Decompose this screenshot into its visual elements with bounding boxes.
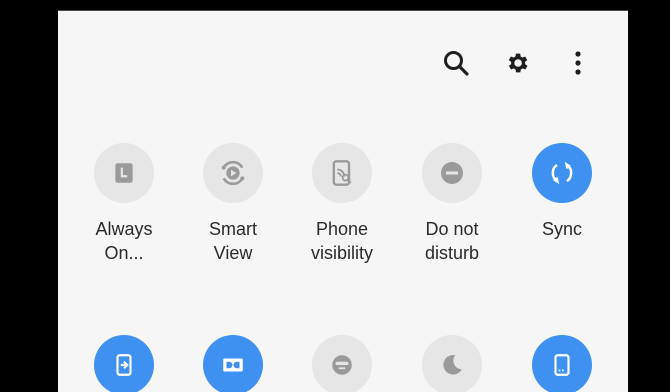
tile-night-mode[interactable]: [397, 335, 507, 392]
more-vertical-icon: [575, 51, 581, 75]
tile-label: Do not disturb: [424, 219, 480, 263]
tile-button[interactable]: [312, 143, 372, 203]
search-button[interactable]: [438, 45, 474, 81]
tile-button[interactable]: [94, 335, 154, 392]
tile-smart-view[interactable]: Smart View: [178, 143, 288, 265]
tile-do-not-disturb[interactable]: Do not disturb: [397, 143, 507, 265]
gear-icon: [508, 53, 528, 73]
tile-label: Smart View: [208, 219, 257, 263]
tile-screen[interactable]: [507, 335, 617, 392]
tile-label: Phone visibility: [310, 219, 373, 263]
tile-button[interactable]: [422, 335, 482, 392]
tile-always-on-display[interactable]: Always On...: [69, 143, 179, 265]
smart-view-icon: [221, 160, 245, 186]
dolby-atmos-icon: [223, 358, 243, 372]
search-icon: [444, 51, 469, 76]
tile-button[interactable]: [203, 335, 263, 392]
secure-folder-icon: [116, 354, 132, 376]
tile-label: Sync: [541, 219, 583, 239]
do-not-disturb-icon: [441, 162, 463, 184]
top-divider: [58, 10, 628, 11]
tile-button[interactable]: [532, 335, 592, 392]
kids-mode-icon: [332, 355, 352, 375]
more-options-button[interactable]: [560, 45, 596, 81]
tile-button[interactable]: [312, 335, 372, 392]
tile-secure-folder[interactable]: [69, 335, 179, 392]
quick-panel: Always On... Smart View Phone visibility…: [58, 10, 628, 392]
sync-icon: [551, 161, 573, 185]
tile-button[interactable]: [422, 143, 482, 203]
tile-dolby-atmos[interactable]: [178, 335, 288, 392]
tile-button[interactable]: [532, 143, 592, 203]
phone-visibility-icon: [332, 160, 352, 186]
tile-button[interactable]: [203, 143, 263, 203]
tile-phone-visibility[interactable]: Phone visibility: [287, 143, 397, 265]
always-on-display-icon: [115, 163, 133, 183]
tile-sync[interactable]: Sync: [507, 143, 617, 241]
moon-icon: [443, 355, 462, 375]
tile-kids-mode[interactable]: [287, 335, 397, 392]
settings-button[interactable]: [499, 45, 535, 81]
screen-icon: [554, 354, 570, 376]
tile-button[interactable]: [94, 143, 154, 203]
tile-label: Always On...: [95, 219, 153, 263]
